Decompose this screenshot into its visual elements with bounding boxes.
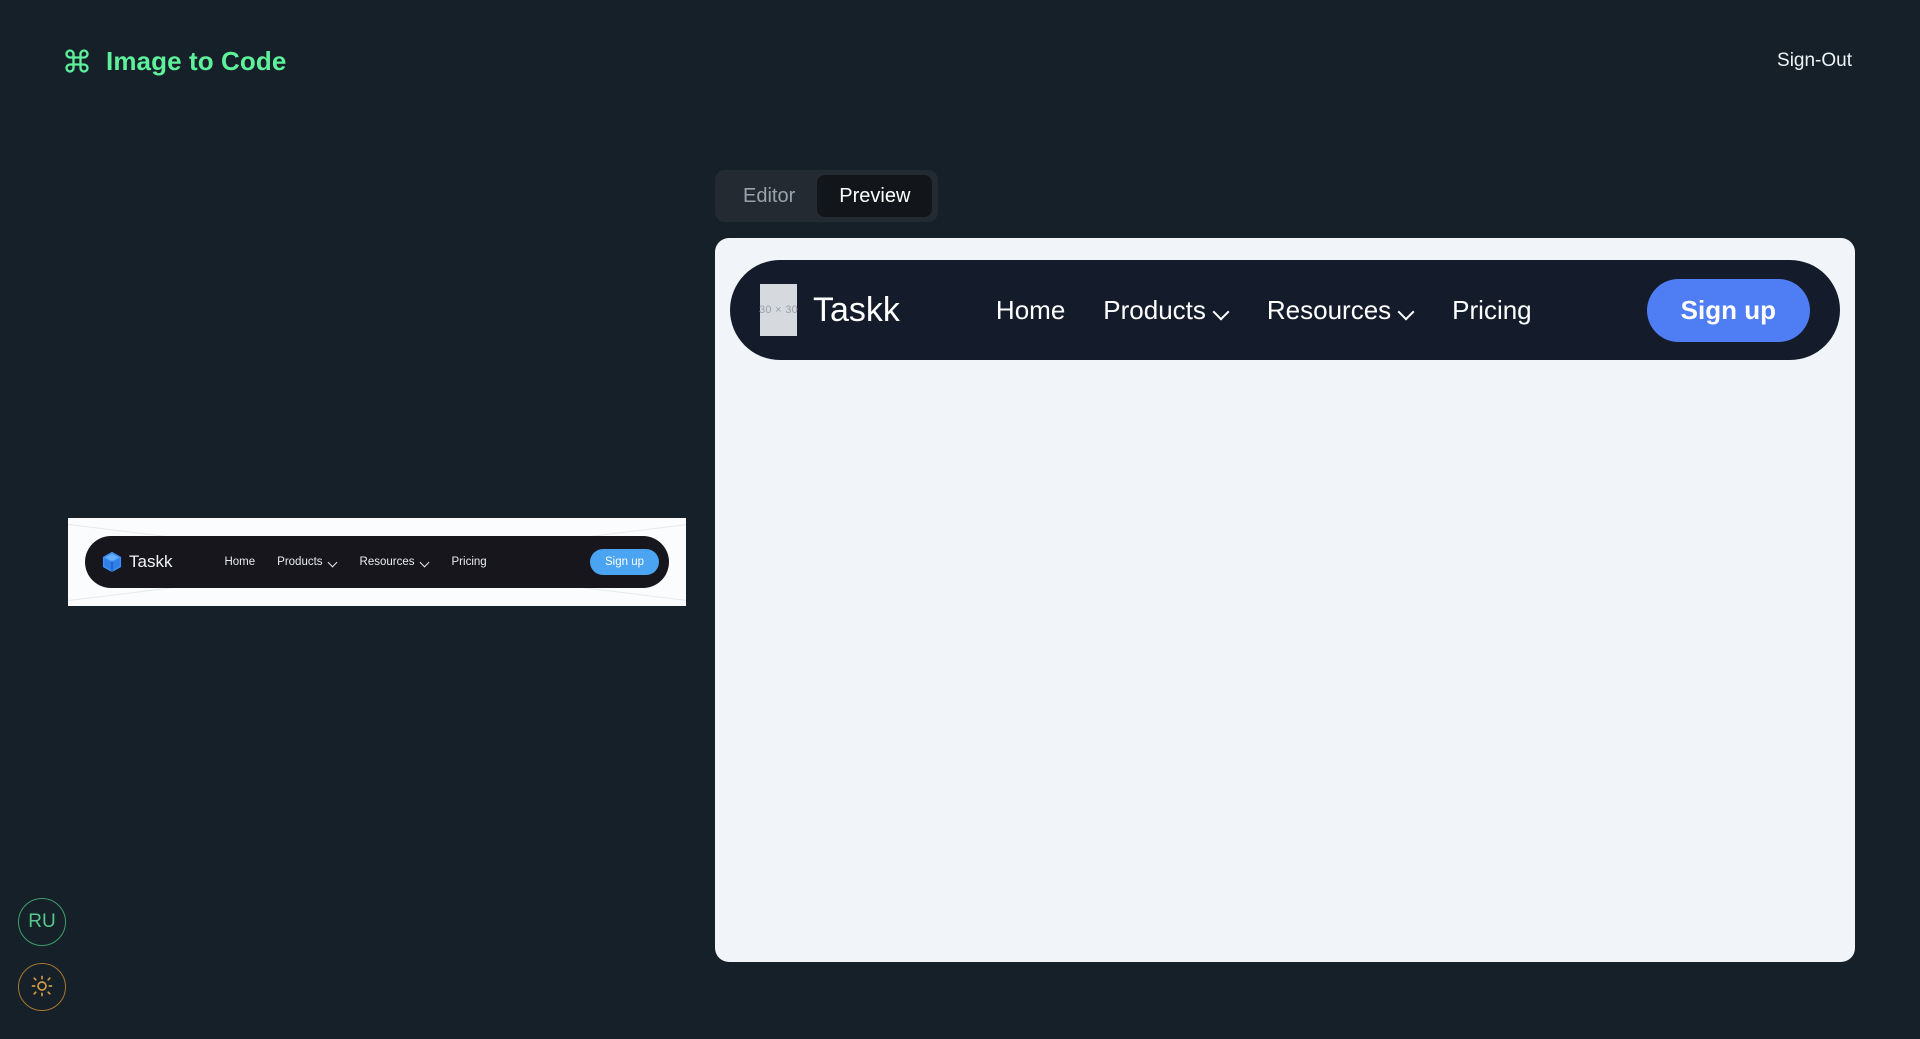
nav-item-products[interactable]: Products	[1103, 295, 1229, 326]
nav-item-resources-label: Resources	[1266, 294, 1392, 325]
thumbnail-brand-name: Taskk	[129, 552, 173, 571]
app-brand[interactable]: Image to Code	[62, 46, 286, 77]
thumbnail-signup-button: Sign up	[589, 549, 659, 575]
nav-item-home[interactable]: Home	[996, 295, 1065, 326]
thumbnail-navbar: Taskk Home Products Resources Pricing Si…	[85, 536, 669, 588]
preview-brand[interactable]: 30 × 30 Taskk	[759, 284, 900, 336]
thumbnail-nav-item-resources: Resources	[360, 556, 430, 568]
tab-preview[interactable]: Preview	[817, 175, 933, 217]
source-image-card[interactable]: Taskk Home Products Resources Pricing Si…	[68, 518, 686, 606]
chevron-down-icon	[1399, 306, 1414, 315]
nav-item-pricing[interactable]: Pricing	[1452, 295, 1531, 326]
command-icon	[62, 46, 92, 76]
language-toggle-button[interactable]: RU	[18, 898, 66, 946]
preview-brand-name: Taskk	[813, 290, 900, 329]
chevron-down-icon	[421, 559, 430, 565]
cube-icon	[102, 551, 122, 573]
thumbnail-nav-item-products: Products	[277, 556, 337, 568]
tab-editor[interactable]: Editor	[721, 175, 817, 217]
app-header: Image to Code Sign-Out	[0, 0, 1920, 122]
preview-navbar: 30 × 30 Taskk Home Products Resources Pr…	[730, 260, 1840, 360]
thumbnail-nav-item-products-label: Products	[277, 556, 323, 568]
nav-item-resources[interactable]: Resources	[1267, 295, 1414, 326]
chevron-down-icon	[1214, 306, 1229, 315]
thumbnail-nav-item-resources-label: Resources	[359, 556, 415, 568]
preview-nav-links: Home Products Resources Pricing	[996, 295, 1532, 326]
nav-item-pricing-label: Pricing	[1452, 294, 1532, 325]
chevron-down-icon	[329, 559, 338, 565]
thumbnail-nav-item-pricing: Pricing	[452, 556, 487, 568]
preview-panel: 30 × 30 Taskk Home Products Resources Pr…	[715, 238, 1855, 962]
signup-button[interactable]: Sign up	[1646, 278, 1810, 342]
logo-placeholder: 30 × 30	[759, 284, 798, 336]
theme-toggle-button[interactable]	[18, 963, 66, 1011]
nav-item-home-label: Home	[995, 294, 1066, 325]
app-title: Image to Code	[106, 45, 287, 76]
signout-button[interactable]: Sign-Out	[1773, 44, 1856, 78]
thumbnail-nav-item-pricing-label: Pricing	[451, 556, 487, 568]
thumbnail-nav-item-home-label: Home	[224, 556, 256, 568]
thumbnail-nav-links: Home Products Resources Pricing	[224, 556, 486, 568]
mode-toggle: Editor Preview	[715, 170, 939, 222]
thumbnail-nav-item-home: Home	[224, 556, 255, 568]
nav-item-products-label: Products	[1103, 294, 1206, 325]
thumbnail-brand: Taskk	[102, 551, 172, 573]
sun-icon	[30, 974, 54, 1001]
